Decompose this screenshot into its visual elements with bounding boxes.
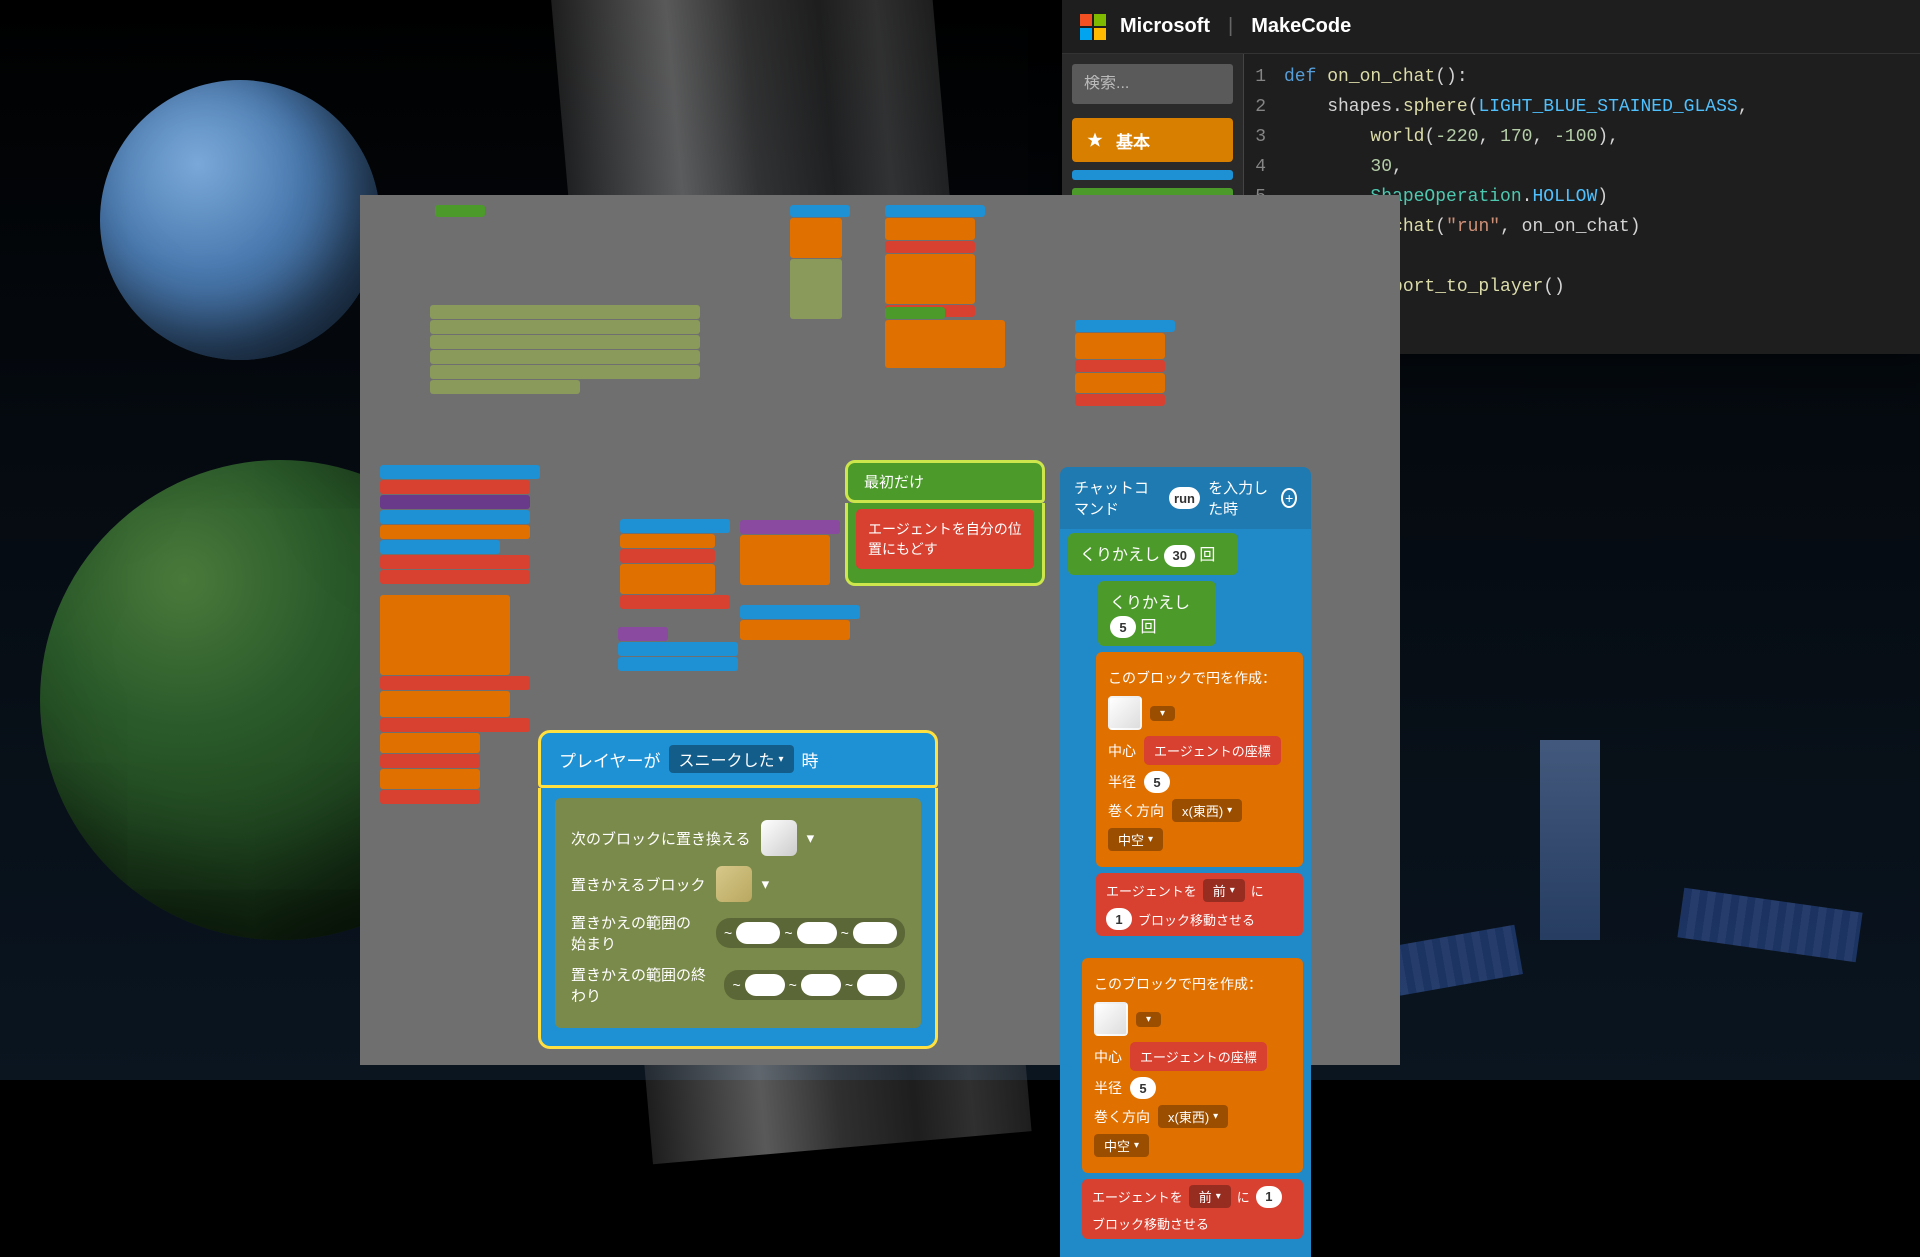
agent-move-block[interactable]: エージェントを 前 に 1 ブロック移動させる — [1096, 873, 1303, 936]
on-start-hat[interactable]: 最初だけ — [845, 460, 1045, 503]
agent-move-block-2[interactable]: エージェントを 前 に 1 ブロック移動させる — [1082, 1179, 1303, 1239]
brand-separator: | — [1228, 15, 1233, 38]
shapes-circle-block-2[interactable]: このブロックで円を作成： 中心エージェントの座標 半径5 巻く方向x(東西) 中… — [1082, 958, 1303, 1173]
mini-block-cluster[interactable] — [618, 627, 738, 671]
player-action-dropdown[interactable]: スニークした — [669, 745, 794, 773]
star-icon — [1086, 131, 1104, 149]
radius-input[interactable]: 5 — [1130, 1077, 1156, 1099]
block-picker-icon[interactable] — [1094, 1002, 1128, 1036]
dropdown[interactable] — [1136, 1012, 1161, 1027]
mini-block-cluster[interactable] — [620, 519, 730, 609]
chat-hat[interactable]: チャットコマンド run を入力した時 + — [1060, 467, 1311, 529]
on-chat-command-block[interactable]: チャットコマンド run を入力した時 + くりかえし 30 回 くりかえし 5… — [1060, 467, 1311, 1257]
toolbox-category-basic[interactable]: 基本 — [1072, 118, 1233, 162]
makecode-header: Microsoft | MakeCode — [1062, 0, 1920, 54]
brand-makecode: MakeCode — [1251, 15, 1351, 38]
space-station — [1340, 640, 1860, 1020]
mini-block-cluster[interactable] — [380, 595, 510, 804]
toolbox-strip[interactable] — [1072, 170, 1233, 180]
axis-dropdown[interactable]: x(東西) — [1172, 799, 1242, 822]
mini-block-cluster[interactable] — [885, 307, 1015, 368]
mini-block-cluster[interactable] — [740, 520, 840, 585]
mini-block-cluster[interactable] — [380, 465, 540, 584]
from-coords[interactable]: ~-10 ~0 ~-10 — [716, 918, 905, 948]
chat-command-value[interactable]: run — [1169, 487, 1200, 509]
repeat-block-outer[interactable]: くりかえし 30 回 — [1068, 533, 1238, 575]
brand-microsoft: Microsoft — [1120, 15, 1210, 38]
mini-block-cluster[interactable] — [430, 305, 700, 394]
mini-block-cluster[interactable] — [740, 605, 860, 640]
repeat-block-inner[interactable]: くりかえし 5 回 — [1098, 581, 1216, 647]
blocks-replace-block[interactable]: 次のブロックに置き換える ▾ 置きかえるブロック ▾ 置きかえの範囲の始まり ~… — [555, 798, 921, 1028]
repeat-count[interactable]: 30 — [1164, 545, 1194, 567]
agent-teleport-block[interactable]: エージェントを自分の位置にもどす — [856, 509, 1034, 569]
mini-block-cluster[interactable] — [790, 205, 850, 319]
mini-block-cluster[interactable] — [885, 205, 985, 317]
agent-position-reporter[interactable]: エージェントの座標 — [1130, 1042, 1267, 1071]
microsoft-logo-icon — [1080, 14, 1106, 40]
block-picker-icon[interactable] — [1108, 696, 1142, 730]
to-coords[interactable]: ~10 ~-5 ~10 — [724, 970, 905, 1000]
hollow-dropdown[interactable]: 中空 — [1108, 828, 1163, 851]
planet-blue — [100, 80, 380, 360]
toolbox-search[interactable] — [1072, 64, 1233, 104]
hollow-dropdown[interactable]: 中空 — [1094, 1134, 1149, 1157]
radius-input[interactable]: 5 — [1144, 771, 1170, 793]
direction-dropdown[interactable]: 前 — [1189, 1185, 1231, 1208]
shapes-circle-block[interactable]: このブロックで円を作成： 中心エージェントの座標 半径5 巻く方向x(東西) 中… — [1096, 652, 1303, 867]
on-player-sneak-block[interactable]: プレイヤーが スニークした 時 次のブロックに置き換える ▾ 置きかえるブロック… — [538, 730, 938, 1049]
on-start-block[interactable]: 最初だけ エージェントを自分の位置にもどす — [845, 460, 1045, 586]
mini-block-cluster[interactable] — [435, 205, 485, 217]
direction-dropdown[interactable]: 前 — [1203, 879, 1245, 902]
dropdown[interactable] — [1150, 706, 1175, 721]
source-block-picker[interactable] — [716, 866, 752, 902]
target-block-picker[interactable] — [761, 820, 797, 856]
axis-dropdown[interactable]: x(東西) — [1158, 1105, 1228, 1128]
category-label: 基本 — [1116, 128, 1150, 153]
sneak-hat[interactable]: プレイヤーが スニークした 時 — [538, 730, 938, 788]
move-count[interactable]: 1 — [1256, 1186, 1282, 1208]
agent-position-reporter[interactable]: エージェントの座標 — [1144, 736, 1281, 765]
plus-icon[interactable]: + — [1281, 488, 1297, 508]
move-count[interactable]: 1 — [1106, 908, 1132, 930]
repeat-count[interactable]: 5 — [1110, 616, 1136, 638]
mini-block-cluster[interactable] — [1075, 320, 1175, 406]
